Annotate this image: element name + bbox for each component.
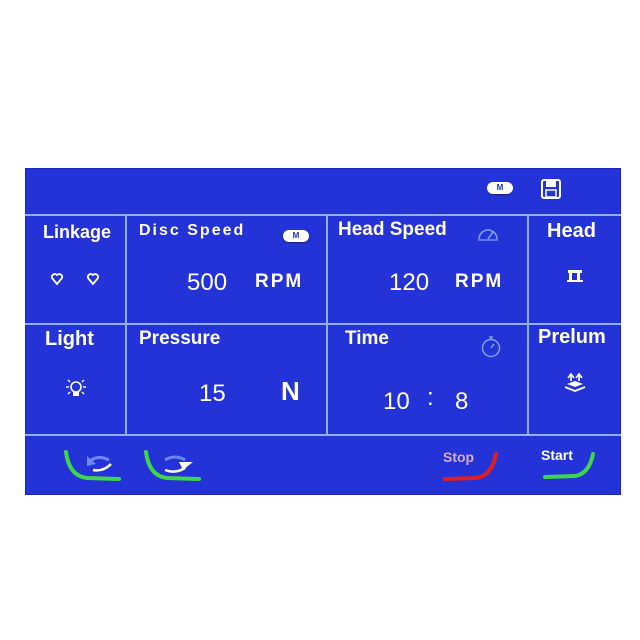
time-title: Time xyxy=(345,328,390,349)
grid-line-top xyxy=(25,214,621,216)
pressure-title: Pressure xyxy=(139,328,221,349)
save-icon[interactable] xyxy=(540,178,562,200)
gauge-icon xyxy=(478,229,498,241)
back-button[interactable] xyxy=(63,448,125,484)
grid-line-col1 xyxy=(125,214,127,436)
start-accent xyxy=(543,452,595,479)
rotate-left-icon xyxy=(87,455,112,472)
linkage-title: Linkage xyxy=(43,222,112,242)
stopwatch-icon xyxy=(481,336,501,358)
grid-line-col3 xyxy=(527,214,529,436)
disc-speed-unit: RPM xyxy=(255,271,304,292)
pressure-unit: N xyxy=(281,376,302,406)
head-speed-value: 120 xyxy=(389,269,430,296)
time-minutes: 10 xyxy=(383,388,410,415)
disc-speed-value: 500 xyxy=(187,269,228,296)
disc-speed-title: Disc Speed xyxy=(139,222,246,239)
head-icon xyxy=(567,270,583,282)
light-title: Light xyxy=(45,328,94,350)
grid-line-bottom xyxy=(25,434,621,436)
time-separator: : xyxy=(427,384,434,411)
heart-pair-icon xyxy=(51,273,100,286)
lightbulb-icon xyxy=(66,379,86,396)
head-speed-title: Head Speed xyxy=(338,219,447,240)
forward-button[interactable] xyxy=(143,448,205,484)
grid-line-middle xyxy=(25,323,621,325)
stop-accent xyxy=(443,452,498,481)
time-seconds: 8 xyxy=(455,388,469,415)
head-title: Head xyxy=(547,220,596,242)
rotate-right-icon xyxy=(164,455,193,473)
mode-badge[interactable]: M xyxy=(487,182,513,194)
disc-speed-mode-badge[interactable]: M xyxy=(283,230,309,242)
control-panel-screen: M Linkage Disc Speed M 500 RPM Head Spee… xyxy=(25,168,621,495)
grid-line-col2 xyxy=(326,214,328,436)
head-speed-unit: RPM xyxy=(455,271,504,292)
top-bar: M xyxy=(25,168,621,210)
prelum-title: Prelum xyxy=(538,326,606,348)
prelum-icon xyxy=(564,372,586,392)
pressure-value: 15 xyxy=(199,380,226,407)
